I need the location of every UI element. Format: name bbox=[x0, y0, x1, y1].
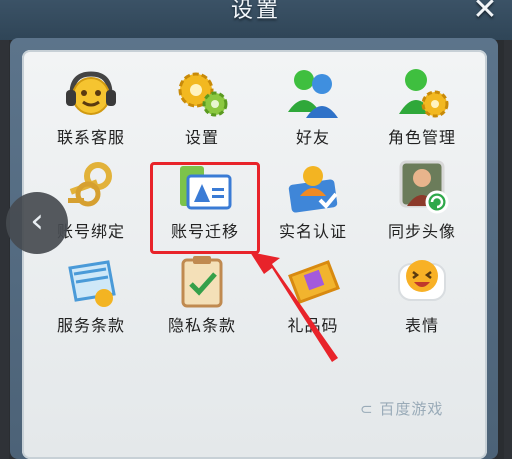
baidu-games-logo-icon: ⊂ bbox=[360, 400, 374, 418]
pointer-arrow bbox=[250, 252, 338, 362]
chevron-left-icon[interactable]: ‹ bbox=[6, 192, 68, 254]
watermark: ⊂ 百度游戏 bbox=[360, 398, 443, 419]
watermark-text: 百度游戏 bbox=[379, 400, 444, 418]
